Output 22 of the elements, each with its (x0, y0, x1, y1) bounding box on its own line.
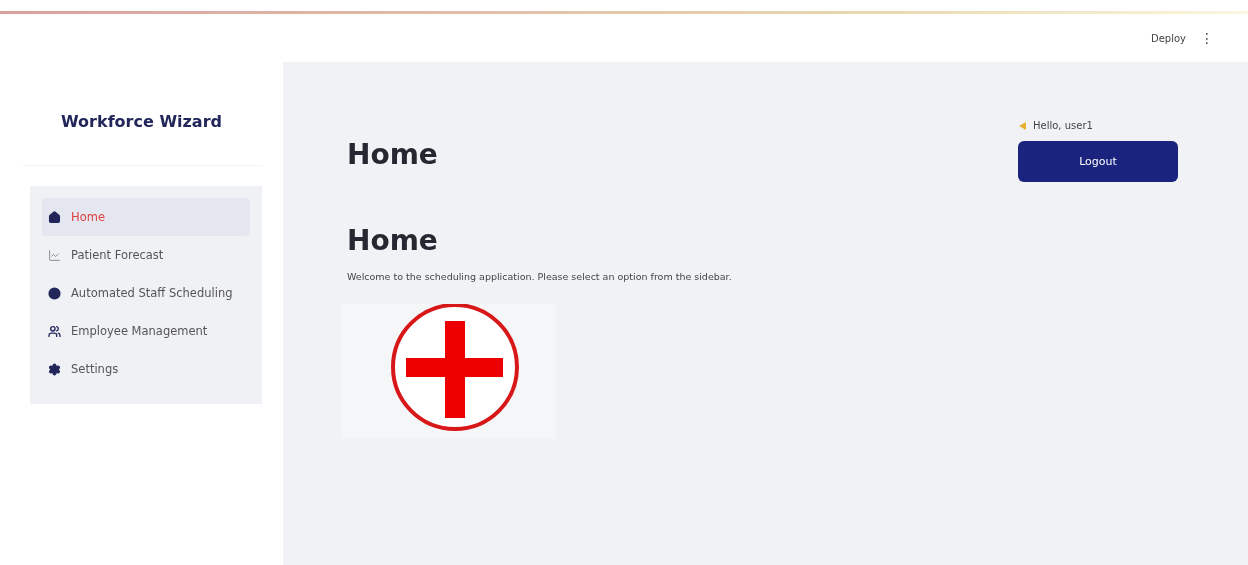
menu-button[interactable]: ⋮ (1200, 30, 1214, 46)
chart-icon (48, 248, 61, 262)
sidebar-item[interactable]: Automated Staff Scheduling (42, 274, 250, 312)
users-icon (48, 324, 61, 338)
page-title: Home (347, 138, 438, 173)
sidebar-item[interactable]: Patient Forecast (42, 236, 250, 274)
logout-button[interactable]: Logout (1018, 141, 1178, 182)
welcome-text: Welcome to the scheduling application. Please select an option from the sidebar. (347, 271, 733, 282)
sidebar-item-label: Settings (71, 362, 119, 376)
sidebar-item-label: Home (71, 210, 105, 224)
sidebar-item-label: Patient Forecast (71, 248, 164, 262)
home-icon (48, 210, 61, 224)
app-title: Workforce Wizard (61, 112, 222, 131)
section-heading: Home (347, 224, 439, 257)
sidebar-item[interactable]: Home (42, 198, 250, 236)
sidebar-item-label: Employee Management (71, 324, 208, 338)
sidebar-item[interactable]: Settings (42, 350, 250, 388)
settings-icon (48, 362, 61, 376)
sidebar-item-label: Automated Staff Scheduling (71, 286, 233, 300)
greeting: Hello, user1 (1033, 120, 1093, 131)
deploy-button[interactable]: Deploy (1151, 32, 1186, 44)
sidebar-item[interactable]: Employee Management (42, 312, 250, 350)
